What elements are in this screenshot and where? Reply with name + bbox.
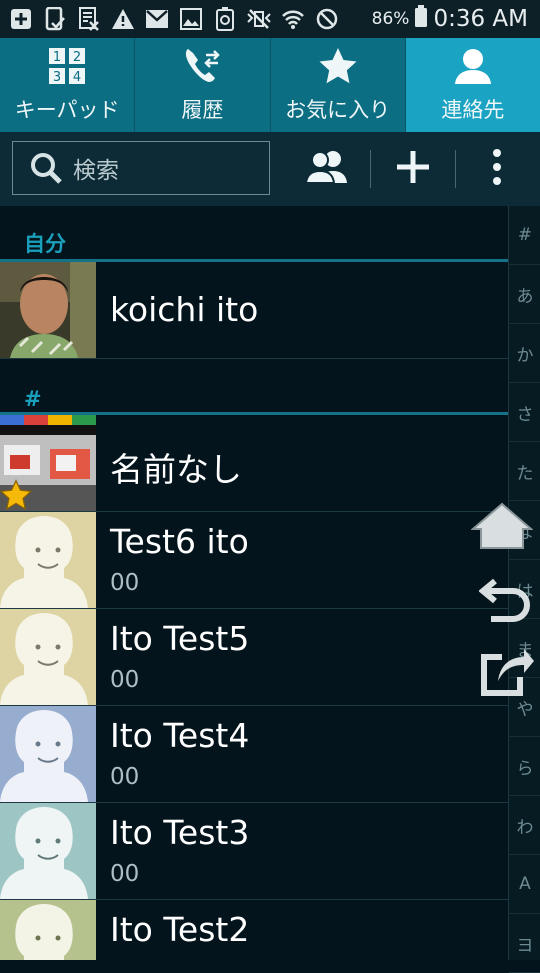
tab-call-log[interactable]: 履歴	[135, 38, 271, 132]
mute-vibrate-icon	[246, 6, 272, 32]
keypad-icon: 1 2 3 4	[48, 46, 86, 86]
contact-number: 00	[110, 764, 140, 790]
contact-name: 名前なし	[110, 450, 242, 489]
battery-icon	[415, 5, 428, 33]
default-avatar-icon	[0, 609, 96, 705]
contact-number: 00	[110, 861, 140, 887]
tab-bar: 1 2 3 4 キーパッド 履歴 お気に入り 連絡先	[0, 38, 540, 132]
home-button[interactable]	[470, 496, 534, 560]
contact-row[interactable]: Ito Test4 00	[0, 706, 508, 803]
svg-text:2: 2	[73, 50, 81, 65]
wifi-icon	[280, 6, 306, 32]
index-letter[interactable]: た	[509, 442, 540, 501]
contact-row[interactable]: Ito Test2	[0, 900, 508, 960]
index-letter[interactable]: あ	[509, 265, 540, 324]
search-placeholder: 検索	[73, 158, 119, 184]
default-avatar-icon	[0, 512, 96, 608]
default-avatar-icon	[0, 803, 96, 899]
plus-icon	[395, 149, 431, 189]
search-input[interactable]: 検索	[12, 141, 270, 195]
contact-photo	[0, 415, 96, 511]
contact-row[interactable]: Test6 ito 00	[0, 512, 508, 609]
svg-text:4: 4	[73, 70, 81, 85]
default-avatar-icon	[0, 900, 96, 960]
contact-name: Ito Test2	[110, 910, 250, 949]
index-letter[interactable]: ヨ	[509, 914, 540, 973]
svg-text:1: 1	[53, 50, 61, 65]
section-label: 自分	[24, 232, 66, 256]
plus-box-icon	[8, 6, 34, 32]
contact-name: Ito Test4	[110, 716, 250, 755]
status-bar: 86% 0:36 AM	[0, 0, 540, 38]
gmail-icon	[144, 6, 170, 32]
clock: 0:36 AM	[433, 6, 528, 32]
spreadsheet-x-icon	[76, 6, 102, 32]
share-button[interactable]	[474, 640, 538, 704]
recycle-battery-icon	[212, 6, 238, 32]
contact-number: 00	[110, 667, 140, 693]
battery-percent: 86%	[371, 9, 410, 29]
contact-name: Ito Test3	[110, 813, 250, 852]
phone-check-icon	[42, 6, 68, 32]
warning-icon	[110, 6, 136, 32]
tab-contacts-label: 連絡先	[441, 98, 505, 122]
back-icon	[478, 575, 533, 629]
my-profile-row[interactable]: koichi ito	[0, 262, 508, 359]
svg-text:3: 3	[53, 70, 61, 85]
image-icon	[178, 6, 204, 32]
contact-number: 00	[110, 570, 140, 596]
index-letter[interactable]: A	[509, 855, 540, 914]
contact-name: koichi ito	[110, 290, 259, 329]
index-letter[interactable]: か	[509, 324, 540, 383]
index-letter[interactable]: ら	[509, 737, 540, 796]
add-contact-button[interactable]	[390, 146, 436, 192]
default-avatar-icon	[0, 706, 96, 802]
action-bar: 検索	[0, 132, 540, 206]
more-options-button[interactable]	[474, 146, 520, 192]
tab-keypad[interactable]: 1 2 3 4 キーパッド	[0, 38, 136, 132]
no-signal-icon	[314, 6, 340, 32]
index-letter[interactable]: さ	[509, 383, 540, 442]
share-icon	[478, 643, 534, 701]
groups-button[interactable]	[304, 146, 350, 192]
section-header-hash: #	[0, 359, 508, 415]
tab-favorites[interactable]: お気に入り	[271, 38, 406, 132]
contact-name: Ito Test5	[110, 619, 250, 658]
index-letter[interactable]: わ	[509, 796, 540, 855]
tab-contacts[interactable]: 連絡先	[405, 38, 540, 132]
index-letter[interactable]: #	[509, 206, 540, 265]
action-separator	[370, 150, 371, 188]
star-icon	[318, 46, 358, 86]
tab-keypad-label: キーパッド	[14, 98, 120, 122]
section-header-me: 自分	[0, 206, 508, 262]
overflow-menu-icon	[492, 148, 502, 190]
person-icon	[453, 46, 493, 86]
call-log-icon	[182, 46, 222, 86]
profile-photo	[0, 262, 96, 358]
favorite-star-icon	[0, 479, 32, 511]
action-separator	[455, 150, 456, 188]
tab-call-log-label: 履歴	[181, 98, 224, 122]
section-label: #	[24, 387, 42, 411]
contact-row[interactable]: 名前なし	[0, 415, 508, 512]
contact-row[interactable]: Ito Test3 00	[0, 803, 508, 900]
groups-icon	[304, 149, 349, 189]
search-icon	[29, 151, 63, 185]
contact-row[interactable]: Ito Test5 00	[0, 609, 508, 706]
home-icon	[470, 501, 534, 555]
tab-favorites-label: お気に入り	[285, 98, 391, 122]
contact-list[interactable]: 自分 koichi ito # 名前なし Test6 ito 00 Ito Te…	[0, 206, 508, 960]
contact-name: Test6 ito	[110, 522, 249, 561]
back-button[interactable]	[474, 570, 538, 634]
